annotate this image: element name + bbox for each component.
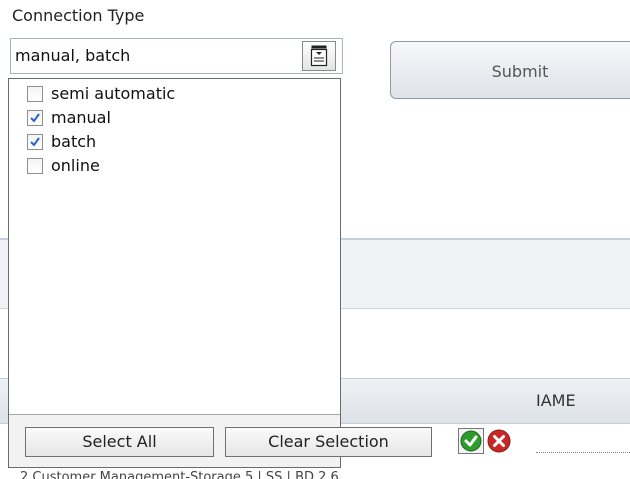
select-all-button[interactable]: Select All (25, 427, 214, 457)
divider (536, 452, 630, 453)
clear-selection-button[interactable]: Clear Selection (225, 427, 432, 457)
submit-button[interactable]: Submit (390, 41, 630, 99)
check-circle-icon (458, 428, 484, 454)
dropdown-panel: semi automatic manual batch online (8, 78, 341, 468)
option-label: batch (51, 132, 97, 151)
close-circle-icon (487, 429, 511, 453)
checkbox[interactable] (27, 110, 43, 126)
checkbox[interactable] (27, 134, 43, 150)
combobox-value: manual, batch (15, 46, 131, 65)
dropdown-list-icon (310, 45, 328, 67)
confirm-button[interactable] (458, 428, 484, 454)
field-label: Connection Type (12, 6, 145, 25)
checkbox[interactable] (27, 158, 43, 174)
checkbox[interactable] (27, 86, 43, 102)
option-label: semi automatic (51, 84, 176, 103)
column-header[interactable]: IAME (536, 391, 576, 410)
option-label: online (51, 156, 100, 175)
check-icon (30, 113, 40, 123)
cancel-button[interactable] (486, 428, 512, 454)
option-label: manual (51, 108, 111, 127)
dropdown-toggle-button[interactable] (302, 41, 336, 71)
check-icon (30, 137, 40, 147)
